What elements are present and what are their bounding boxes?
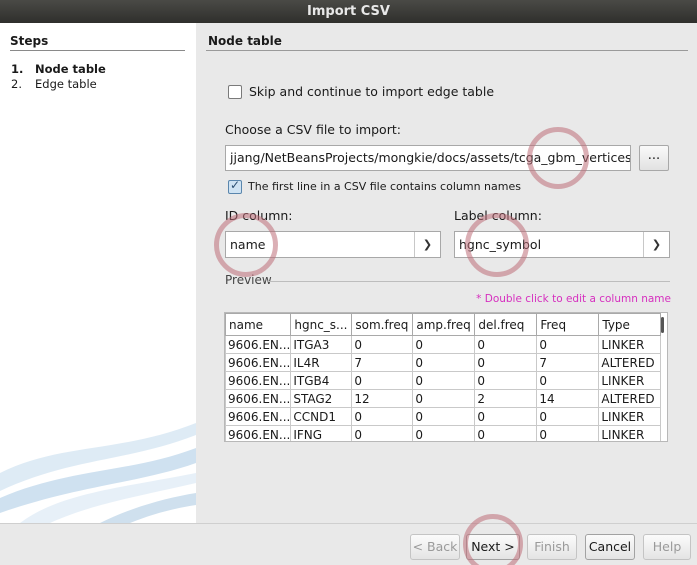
table-cell: LINKER	[598, 335, 662, 354]
steps-title: Steps	[10, 34, 49, 48]
table-cell: 0	[412, 425, 476, 441]
table-cell: 9606.EN...	[225, 353, 292, 372]
label-column-value: hgnc_symbol	[459, 237, 542, 252]
column-header[interactable]: Type	[598, 313, 662, 336]
table-cell: 0	[412, 335, 476, 354]
table-cell: 0	[536, 335, 600, 354]
table-cell: 0	[536, 425, 600, 441]
wizard-button-bar: < Back Next > Finish Cancel Help	[0, 523, 697, 565]
table-cell: 0	[351, 425, 414, 441]
table-cell: LINKER	[598, 407, 662, 426]
table-cell: 0	[412, 371, 476, 390]
table-cell: 9606.EN...	[225, 389, 292, 408]
table-row: 9606.EN... IL4R 7 0 0 7 ALTERED	[225, 353, 662, 372]
finish-button[interactable]: Finish	[527, 534, 577, 560]
skip-edge-table-label[interactable]: Skip and continue to import edge table	[249, 84, 494, 99]
window-title: Import CSV	[0, 0, 697, 23]
step-edge-table: 2. Edge table	[11, 77, 97, 91]
table-cell: 0	[536, 371, 600, 390]
header-row-label[interactable]: The first line in a CSV file contains co…	[248, 180, 521, 193]
table-row: 9606.EN... ITGB4 0 0 0 0 LINKER	[225, 371, 662, 390]
id-column-select[interactable]: name ❯	[225, 231, 441, 258]
table-cell: 12	[351, 389, 414, 408]
table-cell: 0	[536, 407, 600, 426]
step-number: 2.	[11, 77, 22, 91]
table-cell: 9606.EN...	[225, 407, 292, 426]
id-column-value: name	[230, 237, 266, 252]
file-prompt-label: Choose a CSV file to import:	[225, 122, 401, 137]
column-header[interactable]: del.freq	[474, 313, 538, 336]
column-header[interactable]: som.freq	[351, 313, 414, 336]
table-cell: IFNG	[290, 425, 353, 441]
table-cell: STAG2	[290, 389, 353, 408]
table-cell: 0	[412, 407, 476, 426]
preview-divider	[268, 281, 670, 282]
label-column-select[interactable]: hgnc_symbol ❯	[454, 231, 670, 258]
csv-file-path-field[interactable]: jjang/NetBeansProjects/mongkie/docs/asse…	[225, 145, 631, 171]
decorative-swoosh-graphic	[0, 423, 196, 523]
table-cell: 0	[474, 425, 538, 441]
browse-file-button[interactable]: ...	[639, 145, 669, 171]
table-row: 9606.EN... CCND1 0 0 0 0 LINKER	[225, 407, 662, 426]
table-cell: 0	[351, 335, 414, 354]
edit-column-hint: * Double click to edit a column name	[476, 293, 671, 305]
table-cell: 0	[412, 353, 476, 372]
table-row: 9606.EN... STAG2 12 0 2 14 ALTERED	[225, 389, 662, 408]
table-cell: ALTERED	[598, 353, 662, 372]
panel-title: Node table	[208, 34, 282, 48]
panel-title-divider	[206, 50, 688, 51]
steps-divider	[10, 50, 185, 51]
table-cell: 0	[351, 371, 414, 390]
table-cell: 14	[536, 389, 600, 408]
table-cell: ITGA3	[290, 335, 353, 354]
chevron-down-icon[interactable]: ❯	[414, 232, 440, 257]
column-header[interactable]: amp.freq	[412, 313, 476, 336]
table-cell: 9606.EN...	[225, 371, 292, 390]
table-cell: ITGB4	[290, 371, 353, 390]
step-node-table: 1. Node table	[11, 62, 106, 76]
steps-sidebar: Steps 1. Node table 2. Edge table	[0, 23, 196, 523]
table-cell: CCND1	[290, 407, 353, 426]
label-column-label: Label column:	[454, 208, 542, 223]
header-row-checkbox[interactable]	[228, 178, 242, 194]
table-cell: 9606.EN...	[225, 335, 292, 354]
table-cell: 0	[474, 335, 538, 354]
table-cell: 0	[474, 407, 538, 426]
table-cell: IL4R	[290, 353, 353, 372]
back-button[interactable]: < Back	[410, 534, 460, 560]
preview-scrollbar-thumb[interactable]	[661, 317, 664, 333]
step-label: Edge table	[35, 77, 97, 91]
table-cell: 0	[474, 371, 538, 390]
id-column-label: ID column:	[225, 208, 293, 223]
table-cell: LINKER	[598, 371, 662, 390]
table-row: 9606.EN... IFNG 0 0 0 0 LINKER	[225, 425, 662, 441]
table-cell: 0	[412, 389, 476, 408]
skip-edge-table-checkbox[interactable]	[228, 85, 242, 99]
table-cell: ALTERED	[598, 389, 662, 408]
step-number: 1.	[11, 62, 24, 76]
table-cell: LINKER	[598, 425, 662, 441]
chevron-down-icon[interactable]: ❯	[643, 232, 669, 257]
table-cell: 2	[474, 389, 538, 408]
node-table-panel: Node table Skip and continue to import e…	[196, 23, 697, 523]
cancel-button[interactable]: Cancel	[585, 534, 635, 560]
preview-table[interactable]: name hgnc_s... som.freq amp.freq del.fre…	[224, 312, 668, 442]
step-label: Node table	[35, 62, 106, 76]
table-cell: 7	[351, 353, 414, 372]
preview-label: Preview	[225, 273, 272, 287]
table-row: 9606.EN... ITGA3 0 0 0 0 LINKER	[225, 335, 662, 354]
table-cell: 0	[351, 407, 414, 426]
next-button[interactable]: Next >	[466, 534, 520, 560]
column-header[interactable]: hgnc_s...	[290, 313, 353, 336]
table-cell: 7	[536, 353, 600, 372]
table-header-row: name hgnc_s... som.freq amp.freq del.fre…	[225, 313, 662, 336]
table-cell: 0	[474, 353, 538, 372]
column-header[interactable]: Freq	[536, 313, 600, 336]
table-cell: 9606.EN...	[225, 425, 292, 441]
help-button[interactable]: Help	[643, 534, 691, 560]
column-header[interactable]: name	[225, 313, 292, 336]
